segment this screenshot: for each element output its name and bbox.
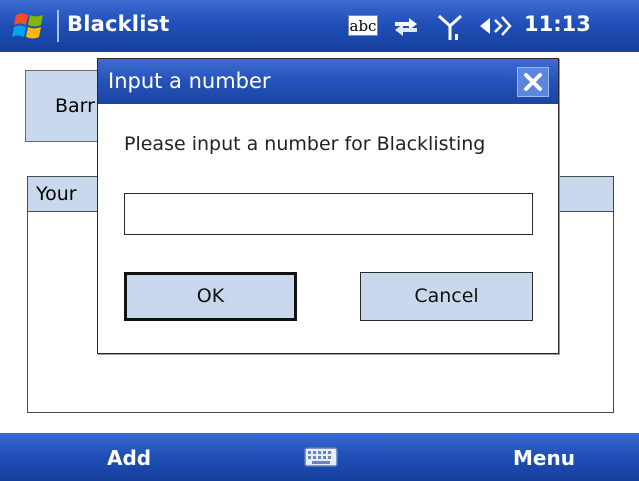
softkey-bar: Add Menu [0, 433, 639, 481]
dialog-prompt: Please input a number for Blacklisting [124, 133, 486, 155]
signal-icon[interactable] [437, 14, 463, 42]
windows-start-icon[interactable] [10, 9, 50, 43]
title-separator [57, 10, 59, 42]
number-input[interactable] [124, 193, 533, 235]
app-title: Blacklist [67, 12, 170, 36]
title-bar: Blacklist abc 11:13 [0, 0, 639, 52]
dialog-title-bar: Input a number [98, 59, 558, 104]
cancel-button[interactable]: Cancel [360, 272, 533, 321]
volume-icon[interactable] [478, 14, 514, 38]
input-number-dialog: Input a number Please input a number for… [97, 58, 559, 354]
close-icon [524, 73, 542, 91]
ok-button[interactable]: OK [124, 272, 297, 321]
clock[interactable]: 11:13 [524, 12, 591, 36]
add-softkey[interactable]: Add [107, 446, 151, 470]
dialog-title: Input a number [108, 69, 271, 93]
menu-softkey[interactable]: Menu [513, 446, 575, 470]
connectivity-icon[interactable] [391, 14, 421, 38]
dialog-close-button[interactable] [517, 67, 549, 97]
input-method-icon[interactable]: abc [348, 15, 378, 36]
keyboard-icon[interactable] [304, 447, 338, 467]
